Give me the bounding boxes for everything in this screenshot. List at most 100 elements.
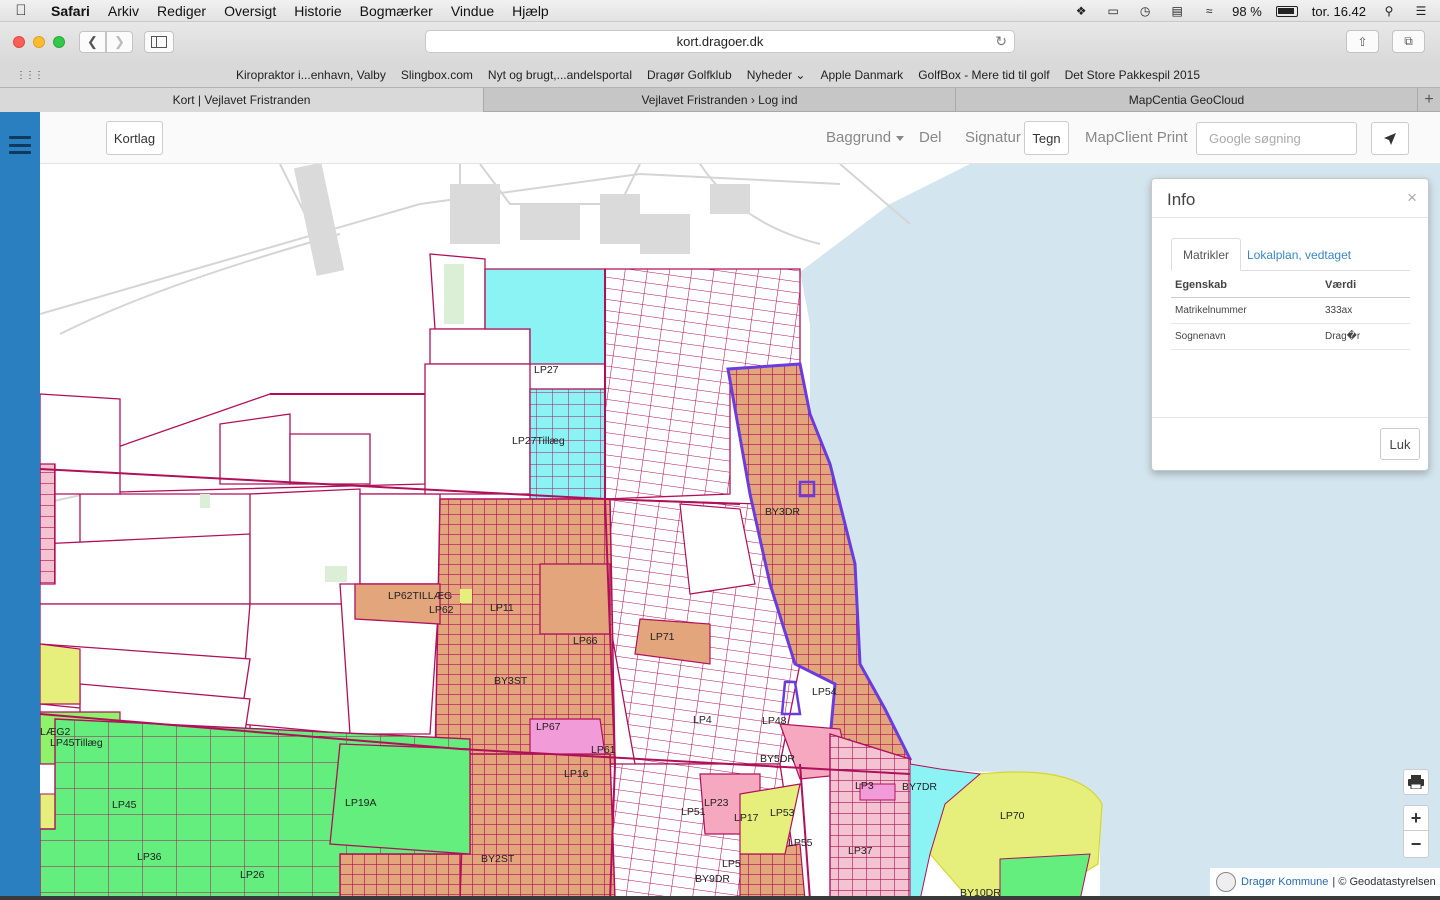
menu-app-name[interactable]: Safari [42, 3, 99, 19]
map-label: LP23 [704, 797, 729, 809]
tab-login[interactable]: Vejlavet Fristranden › Log ind [484, 88, 956, 112]
tab-matrikler[interactable]: Matrikler [1171, 238, 1242, 271]
menu-historie[interactable]: Historie [285, 3, 350, 19]
tab-lokalplan[interactable]: Lokalplan, vedtaget [1236, 238, 1362, 271]
bookmark-list: Kiropraktor i...enhavn, Valby Slingbox.c… [236, 62, 1200, 87]
google-search-input[interactable]: Google søgning [1196, 122, 1357, 155]
close-window-button[interactable] [13, 36, 25, 48]
map-label: BY5DR [760, 753, 795, 765]
fullscreen-window-button[interactable] [53, 36, 65, 48]
luk-button[interactable]: Luk [1380, 428, 1420, 460]
property-cell: Matrikelnummer [1171, 297, 1321, 324]
zoom-out-button[interactable]: − [1404, 832, 1428, 857]
attribution-link[interactable]: Dragør Kommune [1241, 876, 1328, 888]
share-button[interactable]: ⇧ [1346, 30, 1379, 53]
map-attribution: Dragør Kommune | © Geodatastyrelsen [1210, 868, 1440, 896]
show-tabs-button[interactable]: ⧉ [1392, 30, 1425, 53]
map-label: LP19A [345, 797, 377, 809]
map-label: LP3 [855, 780, 874, 792]
zone-yellow-west [40, 643, 81, 705]
bookmark-folder[interactable]: Nyheder ⌄ [747, 68, 806, 82]
info-title: Info [1167, 190, 1196, 209]
divider [1152, 217, 1428, 218]
bookmark-item[interactable]: Apple Danmark [820, 68, 903, 82]
info-panel: Info × Matrikler Lokalplan, vedtaget Ege… [1151, 178, 1429, 471]
map-header: Kortlag Baggrund Del Signatur Tegn MapCl… [40, 112, 1440, 164]
reload-icon[interactable]: ↻ [995, 33, 1007, 50]
menu-arkiv[interactable]: Arkiv [99, 3, 148, 19]
baggrund-dropdown[interactable]: Baggrund [826, 129, 905, 146]
notification-center-icon[interactable]: ☰ [1412, 4, 1430, 18]
tegn-button[interactable]: Tegn [1024, 121, 1069, 155]
map-label: LP45Tillæg [50, 737, 103, 749]
zoom-control: + − [1403, 805, 1429, 858]
close-icon[interactable]: × [1407, 188, 1417, 208]
map-label: LP62TILLÆG [388, 590, 452, 602]
mapclient-print-link[interactable]: MapClient Print [1085, 129, 1188, 146]
menu-hjaelp[interactable]: Hjælp [503, 3, 558, 19]
memory-icon[interactable]: ▤ [1168, 4, 1186, 18]
map-label: BY3ST [494, 675, 528, 687]
menu-oversigt[interactable]: Oversigt [215, 3, 285, 19]
map-label: BY3DR [765, 506, 800, 518]
status-area: ❖ ▭ ◷ ▤ ≈ 98 % tor. 16.42 ⚲ ☰ [1072, 0, 1430, 22]
tab-kort[interactable]: Kort | Vejlavet Fristranden [0, 88, 484, 112]
map-label: LP4 [693, 714, 712, 726]
bookmarks-bar: ⋮⋮⋮ Kiropraktor i...enhavn, Valby Slingb… [0, 62, 1440, 87]
sidebar-toggle-button[interactable] [144, 31, 174, 53]
map-label: LP16 [564, 768, 589, 780]
address-bar[interactable]: kort.dragoer.dk ↻ [425, 30, 1015, 53]
map-label: LP27Tillæg [512, 435, 565, 447]
locate-button[interactable] [1371, 122, 1409, 155]
bookmark-item[interactable]: Slingbox.com [401, 68, 473, 82]
zone-orange-block [539, 563, 611, 635]
value-cell: 333ax [1321, 297, 1410, 324]
bookmark-item[interactable]: GolfBox - Mere tid til golf [918, 68, 1049, 82]
zone-yellow-small [460, 589, 472, 603]
new-tab-button[interactable]: + [1418, 88, 1440, 111]
minimize-window-button[interactable] [33, 36, 45, 48]
signatur-link[interactable]: Signatur [965, 129, 1021, 146]
bookmark-item[interactable]: Dragør Golfklub [647, 68, 732, 82]
zone-orange-by2st [459, 753, 616, 900]
location-arrow-icon [1384, 132, 1396, 145]
sidebar-icon [151, 36, 167, 48]
zoom-in-button[interactable]: + [1404, 806, 1428, 831]
top-sites-grid-icon[interactable]: ⋮⋮⋮ [16, 70, 44, 81]
tab-geocloud[interactable]: MapCentia GeoCloud [956, 88, 1418, 112]
map-label: LP54 [812, 686, 837, 698]
bottom-edge [0, 896, 1440, 900]
kortlag-button[interactable]: Kortlag [106, 121, 163, 155]
map-label: LP70 [1000, 810, 1025, 822]
menu-rediger[interactable]: Rediger [148, 3, 215, 19]
wifi-icon[interactable]: ≈ [1200, 4, 1218, 18]
nav-buttons: ❮ ❯ [79, 31, 133, 53]
time-machine-icon[interactable]: ◷ [1136, 4, 1154, 18]
menu-vindue[interactable]: Vindue [442, 3, 503, 19]
column-header: Værdi [1321, 273, 1410, 298]
caret-down-icon [896, 135, 905, 141]
print-button[interactable] [1403, 769, 1429, 795]
url-text: kort.dragoer.dk [676, 34, 764, 49]
map-label: LP55 [788, 837, 813, 849]
bookmark-item[interactable]: Kiropraktor i...enhavn, Valby [236, 68, 386, 82]
window-controls [13, 36, 65, 48]
column-header: Egenskab [1171, 273, 1321, 298]
property-cell: Sognenavn [1171, 323, 1321, 350]
del-link[interactable]: Del [919, 129, 942, 146]
battery-icon[interactable] [1275, 5, 1298, 17]
airplay-icon[interactable]: ▭ [1104, 4, 1122, 18]
clock[interactable]: tor. 16.42 [1312, 4, 1366, 19]
map-label: LP71 [650, 631, 675, 643]
spotlight-icon[interactable]: ⚲ [1380, 4, 1398, 18]
dropbox-icon[interactable]: ❖ [1072, 4, 1090, 18]
forward-button[interactable]: ❯ [106, 31, 133, 53]
bookmark-item[interactable]: Nyt og brugt,...andelsportal [488, 68, 632, 82]
zone-pink-west [40, 463, 56, 585]
menu-bogmaerker[interactable]: Bogmærker [351, 3, 442, 19]
back-button[interactable]: ❮ [79, 31, 106, 53]
hamburger-menu-icon[interactable] [9, 136, 31, 154]
bookmark-item[interactable]: Det Store Pakkespil 2015 [1065, 68, 1200, 82]
apple-icon[interactable]:  [0, 2, 42, 19]
chevron-down-icon: ⌄ [795, 67, 806, 82]
